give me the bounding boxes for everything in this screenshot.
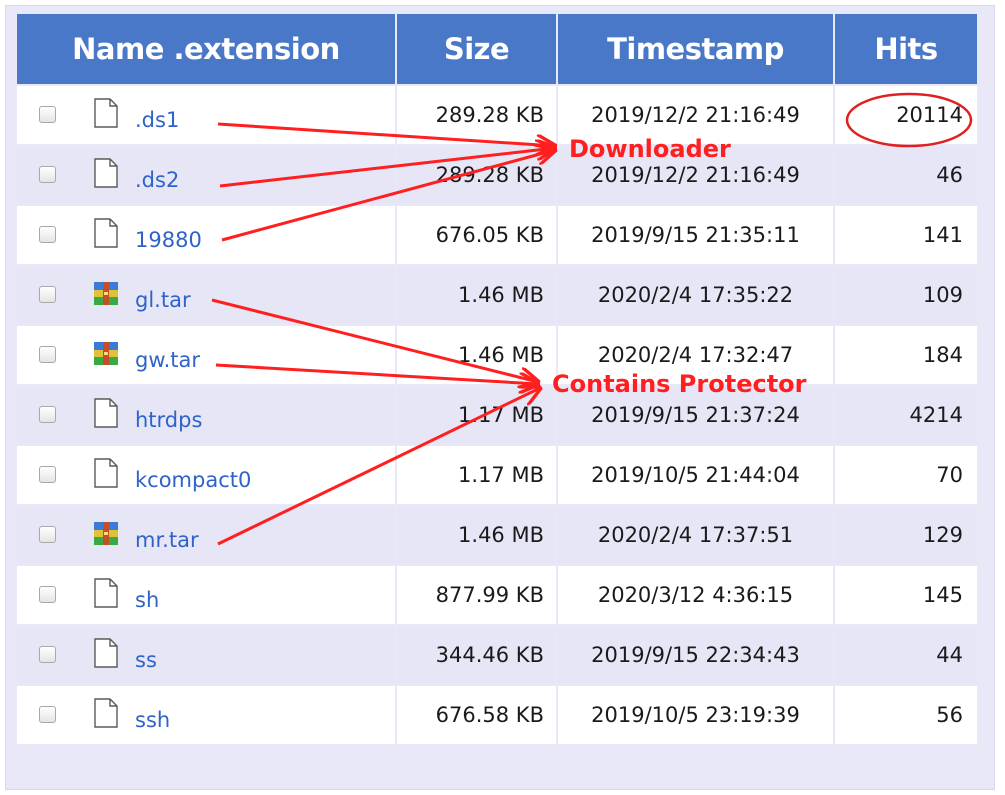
hits-cell: 141 <box>835 206 977 264</box>
name-cell: kcompact0 <box>17 446 395 504</box>
file-icon <box>93 158 119 188</box>
row-checkbox[interactable] <box>39 646 56 663</box>
table-row: .ds1 289.28 KB 2019/12/2 21:16:49 20114 <box>17 86 977 144</box>
row-checkbox[interactable] <box>39 286 56 303</box>
timestamp-cell: 2019/9/15 21:37:24 <box>558 386 833 444</box>
file-name-link[interactable]: htrdps <box>135 408 202 432</box>
size-cell: 289.28 KB <box>397 146 556 204</box>
hits-cell: 129 <box>835 506 977 564</box>
name-cell: ssh <box>17 686 395 744</box>
archive-icon <box>93 518 119 548</box>
table-row: .ds2 289.28 KB 2019/12/2 21:16:49 46 <box>17 146 977 204</box>
size-cell: 1.46 MB <box>397 506 556 564</box>
timestamp-cell: 2020/2/4 17:32:47 <box>558 326 833 384</box>
table-row: ssh 676.58 KB 2019/10/5 23:19:39 56 <box>17 686 977 744</box>
timestamp-cell: 2019/12/2 21:16:49 <box>558 146 833 204</box>
size-cell: 1.17 MB <box>397 386 556 444</box>
size-cell: 1.17 MB <box>397 446 556 504</box>
table-row: gl.tar 1.46 MB 2020/2/4 17:35:22 109 <box>17 266 977 324</box>
timestamp-cell: 2019/9/15 22:34:43 <box>558 626 833 684</box>
timestamp-cell: 2020/2/4 17:35:22 <box>558 266 833 324</box>
file-name-link[interactable]: .ds2 <box>135 168 179 192</box>
name-cell: .ds2 <box>17 146 395 204</box>
file-name-link[interactable]: .ds1 <box>135 108 179 132</box>
size-cell: 676.58 KB <box>397 686 556 744</box>
timestamp-cell: 2019/10/5 23:19:39 <box>558 686 833 744</box>
name-cell: .ds1 <box>17 86 395 144</box>
hits-cell: 44 <box>835 626 977 684</box>
archive-icon <box>93 338 119 368</box>
file-table-body: .ds1 289.28 KB 2019/12/2 21:16:49 20114 .ds2… <box>17 86 977 744</box>
size-cell: 877.99 KB <box>397 566 556 624</box>
name-cell: mr.tar <box>17 506 395 564</box>
table-row: gw.tar 1.46 MB 2020/2/4 17:32:47 184 <box>17 326 977 384</box>
timestamp-cell: 2019/10/5 21:44:04 <box>558 446 833 504</box>
size-cell: 344.46 KB <box>397 626 556 684</box>
name-cell: ss <box>17 626 395 684</box>
file-icon <box>93 638 119 668</box>
size-cell: 289.28 KB <box>397 86 556 144</box>
table-row: ss 344.46 KB 2019/9/15 22:34:43 44 <box>17 626 977 684</box>
table-row: 19880 676.05 KB 2019/9/15 21:35:11 141 <box>17 206 977 264</box>
table-row: kcompact0 1.17 MB 2019/10/5 21:44:04 70 <box>17 446 977 504</box>
file-icon <box>93 398 119 428</box>
file-table: Name .extension Size Timestamp Hits .ds1… <box>15 12 979 746</box>
size-cell: 1.46 MB <box>397 326 556 384</box>
file-icon <box>93 458 119 488</box>
row-checkbox[interactable] <box>39 226 56 243</box>
hits-cell: 145 <box>835 566 977 624</box>
name-cell: sh <box>17 566 395 624</box>
row-checkbox[interactable] <box>39 106 56 123</box>
column-header-hits[interactable]: Hits <box>835 14 977 84</box>
file-icon <box>93 698 119 728</box>
table-row: mr.tar 1.46 MB 2020/2/4 17:37:51 129 <box>17 506 977 564</box>
column-header-name[interactable]: Name .extension <box>17 14 395 84</box>
archive-icon <box>93 278 119 308</box>
table-row: sh 877.99 KB 2020/3/12 4:36:15 145 <box>17 566 977 624</box>
row-checkbox[interactable] <box>39 586 56 603</box>
timestamp-cell: 2020/3/12 4:36:15 <box>558 566 833 624</box>
row-checkbox[interactable] <box>39 706 56 723</box>
hits-cell: 70 <box>835 446 977 504</box>
row-checkbox[interactable] <box>39 406 56 423</box>
hits-cell: 109 <box>835 266 977 324</box>
timestamp-cell: 2020/2/4 17:37:51 <box>558 506 833 564</box>
size-cell: 1.46 MB <box>397 266 556 324</box>
row-checkbox[interactable] <box>39 166 56 183</box>
name-cell: 19880 <box>17 206 395 264</box>
hits-cell: 46 <box>835 146 977 204</box>
file-icon <box>93 578 119 608</box>
file-name-link[interactable]: ssh <box>135 708 170 732</box>
file-name-link[interactable]: sh <box>135 588 159 612</box>
file-name-link[interactable]: kcompact0 <box>135 468 251 492</box>
file-icon <box>93 218 119 248</box>
hits-cell: 184 <box>835 326 977 384</box>
name-cell: gw.tar <box>17 326 395 384</box>
hits-cell: 20114 <box>835 86 977 144</box>
table-header-row: Name .extension Size Timestamp Hits <box>17 14 977 84</box>
timestamp-cell: 2019/9/15 21:35:11 <box>558 206 833 264</box>
table-row: htrdps 1.17 MB 2019/9/15 21:37:24 4214 <box>17 386 977 444</box>
file-name-link[interactable]: mr.tar <box>135 528 199 552</box>
file-name-link[interactable]: 19880 <box>135 228 202 252</box>
row-checkbox[interactable] <box>39 466 56 483</box>
size-cell: 676.05 KB <box>397 206 556 264</box>
row-checkbox[interactable] <box>39 526 56 543</box>
file-name-link[interactable]: ss <box>135 648 157 672</box>
row-checkbox[interactable] <box>39 346 56 363</box>
hits-cell: 4214 <box>835 386 977 444</box>
name-cell: gl.tar <box>17 266 395 324</box>
file-name-link[interactable]: gw.tar <box>135 348 200 372</box>
name-cell: htrdps <box>17 386 395 444</box>
column-header-timestamp[interactable]: Timestamp <box>558 14 833 84</box>
column-header-size[interactable]: Size <box>397 14 556 84</box>
hits-cell: 56 <box>835 686 977 744</box>
file-icon <box>93 98 119 128</box>
file-name-link[interactable]: gl.tar <box>135 288 191 312</box>
timestamp-cell: 2019/12/2 21:16:49 <box>558 86 833 144</box>
